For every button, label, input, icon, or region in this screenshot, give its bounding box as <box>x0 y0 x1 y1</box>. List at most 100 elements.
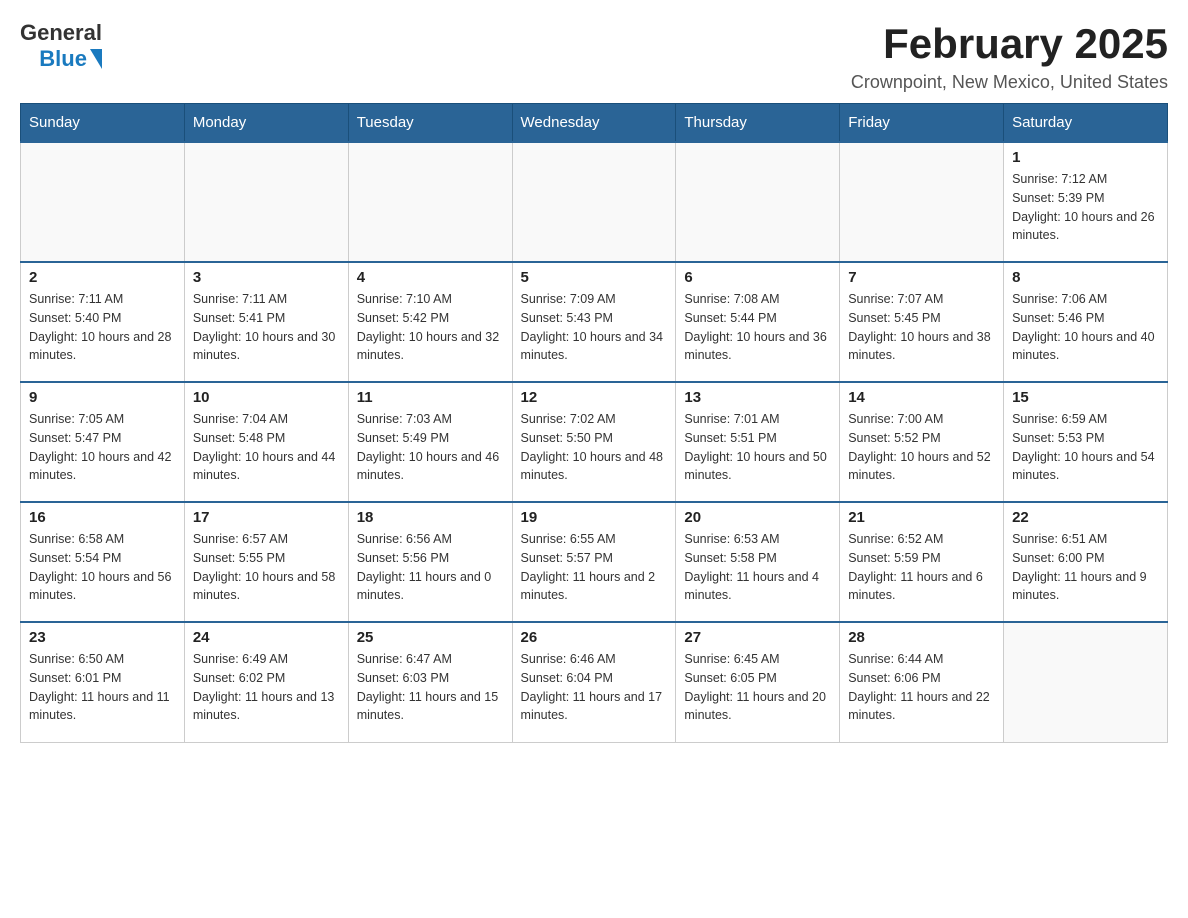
calendar-cell: 11 Sunrise: 7:03 AMSunset: 5:49 PMDayligh… <box>348 382 512 502</box>
day-number: 4 <box>357 269 504 286</box>
calendar-cell: 25Sunrise: 6:47 AMSunset: 6:03 PMDayligh… <box>348 622 512 742</box>
day-of-week-header: Sunday <box>21 104 185 143</box>
calendar-cell <box>512 142 676 262</box>
day-number: 8 <box>1012 269 1159 286</box>
day-info: Sunrise: 7:02 AMSunset: 5:50 PMDaylight:… <box>521 410 668 485</box>
calendar-cell: 5Sunrise: 7:09 AMSunset: 5:43 PMDaylight… <box>512 262 676 382</box>
day-of-week-header: Friday <box>840 104 1004 143</box>
day-of-week-header: Saturday <box>1004 104 1168 143</box>
calendar-cell: 23Sunrise: 6:50 AMSunset: 6:01 PMDayligh… <box>21 622 185 742</box>
calendar-cell: 3 Sunrise: 7:11 AMSunset: 5:41 PMDaylight… <box>184 262 348 382</box>
calendar-cell: 14 Sunrise: 7:00 AMSunset: 5:52 PMDayligh… <box>840 382 1004 502</box>
logo-triangle-icon <box>90 49 102 69</box>
day-number: 21 <box>848 509 995 526</box>
day-number: 13 <box>684 389 831 406</box>
day-info: Sunrise: 6:49 AMSunset: 6:02 PMDaylight:… <box>193 650 340 725</box>
calendar-cell <box>840 142 1004 262</box>
day-number: 2 <box>29 269 176 286</box>
day-info: Sunrise: 6:58 AMSunset: 5:54 PMDaylight:… <box>29 530 176 605</box>
day-info: Sunrise: 6:53 AMSunset: 5:58 PMDaylight:… <box>684 530 831 605</box>
calendar-cell: 21 Sunrise: 6:52 AMSunset: 5:59 PMDayligh… <box>840 502 1004 622</box>
day-number: 26 <box>521 629 668 646</box>
calendar: SundayMondayTuesdayWednesdayThursdayFrid… <box>20 103 1168 743</box>
day-number: 1 <box>1012 149 1159 166</box>
calendar-cell: 6 Sunrise: 7:08 AMSunset: 5:44 PMDaylight… <box>676 262 840 382</box>
calendar-cell: 4 Sunrise: 7:10 AMSunset: 5:42 PMDaylight… <box>348 262 512 382</box>
calendar-cell: 16 Sunrise: 6:58 AMSunset: 5:54 PMDayligh… <box>21 502 185 622</box>
day-info: Sunrise: 6:59 AMSunset: 5:53 PMDaylight:… <box>1012 410 1159 485</box>
calendar-cell: 19 Sunrise: 6:55 AMSunset: 5:57 PMDayligh… <box>512 502 676 622</box>
calendar-cell: 2 Sunrise: 7:11 AMSunset: 5:40 PMDaylight… <box>21 262 185 382</box>
location-title: Crownpoint, New Mexico, United States <box>851 72 1168 93</box>
day-number: 20 <box>684 509 831 526</box>
day-info: Sunrise: 6:51 AMSunset: 6:00 PMDaylight:… <box>1012 530 1159 605</box>
calendar-cell <box>21 142 185 262</box>
day-info: Sunrise: 7:10 AMSunset: 5:42 PMDaylight:… <box>357 290 504 365</box>
calendar-week-row: 1 Sunrise: 7:12 AMSunset: 5:39 PMDaylight… <box>21 142 1168 262</box>
day-info: Sunrise: 7:03 AMSunset: 5:49 PMDaylight:… <box>357 410 504 485</box>
day-info: Sunrise: 7:01 AMSunset: 5:51 PMDaylight:… <box>684 410 831 485</box>
calendar-cell: 27 Sunrise: 6:45 AMSunset: 6:05 PMDayligh… <box>676 622 840 742</box>
day-of-week-header: Monday <box>184 104 348 143</box>
day-number: 14 <box>848 389 995 406</box>
day-info: Sunrise: 7:09 AMSunset: 5:43 PMDaylight:… <box>521 290 668 365</box>
calendar-cell: 7 Sunrise: 7:07 AMSunset: 5:45 PMDaylight… <box>840 262 1004 382</box>
calendar-cell <box>184 142 348 262</box>
day-info: Sunrise: 6:46 AMSunset: 6:04 PMDaylight:… <box>521 650 668 725</box>
calendar-cell: 28 Sunrise: 6:44 AMSunset: 6:06 PMDayligh… <box>840 622 1004 742</box>
logo: General Blue <box>20 20 102 72</box>
day-of-week-header: Wednesday <box>512 104 676 143</box>
day-info: Sunrise: 6:56 AMSunset: 5:56 PMDaylight:… <box>357 530 504 605</box>
calendar-cell <box>1004 622 1168 742</box>
day-number: 11 <box>357 389 504 406</box>
day-info: Sunrise: 6:55 AMSunset: 5:57 PMDaylight:… <box>521 530 668 605</box>
day-info: Sunrise: 6:52 AMSunset: 5:59 PMDaylight:… <box>848 530 995 605</box>
day-number: 6 <box>684 269 831 286</box>
calendar-cell: 17Sunrise: 6:57 AMSunset: 5:55 PMDayligh… <box>184 502 348 622</box>
day-of-week-header: Thursday <box>676 104 840 143</box>
logo-blue: Blue <box>39 46 87 72</box>
calendar-cell: 15 Sunrise: 6:59 AMSunset: 5:53 PMDayligh… <box>1004 382 1168 502</box>
calendar-cell: 26 Sunrise: 6:46 AMSunset: 6:04 PMDayligh… <box>512 622 676 742</box>
calendar-cell: 22 Sunrise: 6:51 AMSunset: 6:00 PMDayligh… <box>1004 502 1168 622</box>
title-area: February 2025 Crownpoint, New Mexico, Un… <box>851 20 1168 93</box>
day-number: 16 <box>29 509 176 526</box>
calendar-cell: 24 Sunrise: 6:49 AMSunset: 6:02 PMDayligh… <box>184 622 348 742</box>
day-info: Sunrise: 6:44 AMSunset: 6:06 PMDaylight:… <box>848 650 995 725</box>
calendar-cell <box>348 142 512 262</box>
header: General Blue February 2025 Crownpoint, N… <box>20 20 1168 93</box>
day-info: Sunrise: 7:07 AMSunset: 5:45 PMDaylight:… <box>848 290 995 365</box>
day-number: 24 <box>193 629 340 646</box>
day-info: Sunrise: 7:04 AMSunset: 5:48 PMDaylight:… <box>193 410 340 485</box>
calendar-cell: 13 Sunrise: 7:01 AMSunset: 5:51 PMDayligh… <box>676 382 840 502</box>
day-info: Sunrise: 7:08 AMSunset: 5:44 PMDaylight:… <box>684 290 831 365</box>
day-number: 25 <box>357 629 504 646</box>
day-info: Sunrise: 7:11 AMSunset: 5:41 PMDaylight:… <box>193 290 340 365</box>
day-info: Sunrise: 7:00 AMSunset: 5:52 PMDaylight:… <box>848 410 995 485</box>
day-number: 3 <box>193 269 340 286</box>
day-number: 15 <box>1012 389 1159 406</box>
day-number: 22 <box>1012 509 1159 526</box>
calendar-week-row: 23Sunrise: 6:50 AMSunset: 6:01 PMDayligh… <box>21 622 1168 742</box>
day-number: 7 <box>848 269 995 286</box>
calendar-week-row: 16 Sunrise: 6:58 AMSunset: 5:54 PMDayligh… <box>21 502 1168 622</box>
calendar-cell: 8Sunrise: 7:06 AMSunset: 5:46 PMDaylight… <box>1004 262 1168 382</box>
calendar-header-row: SundayMondayTuesdayWednesdayThursdayFrid… <box>21 104 1168 143</box>
day-number: 17 <box>193 509 340 526</box>
month-title: February 2025 <box>851 20 1168 68</box>
day-number: 27 <box>684 629 831 646</box>
calendar-cell <box>676 142 840 262</box>
calendar-cell: 12 Sunrise: 7:02 AMSunset: 5:50 PMDayligh… <box>512 382 676 502</box>
logo-general: General <box>20 20 102 46</box>
day-number: 28 <box>848 629 995 646</box>
calendar-cell: 1 Sunrise: 7:12 AMSunset: 5:39 PMDaylight… <box>1004 142 1168 262</box>
day-number: 9 <box>29 389 176 406</box>
day-number: 18 <box>357 509 504 526</box>
calendar-cell: 10Sunrise: 7:04 AMSunset: 5:48 PMDayligh… <box>184 382 348 502</box>
calendar-cell: 9Sunrise: 7:05 AMSunset: 5:47 PMDaylight… <box>21 382 185 502</box>
day-info: Sunrise: 6:45 AMSunset: 6:05 PMDaylight:… <box>684 650 831 725</box>
day-number: 12 <box>521 389 668 406</box>
day-info: Sunrise: 7:12 AMSunset: 5:39 PMDaylight:… <box>1012 170 1159 245</box>
day-info: Sunrise: 7:11 AMSunset: 5:40 PMDaylight:… <box>29 290 176 365</box>
day-number: 19 <box>521 509 668 526</box>
